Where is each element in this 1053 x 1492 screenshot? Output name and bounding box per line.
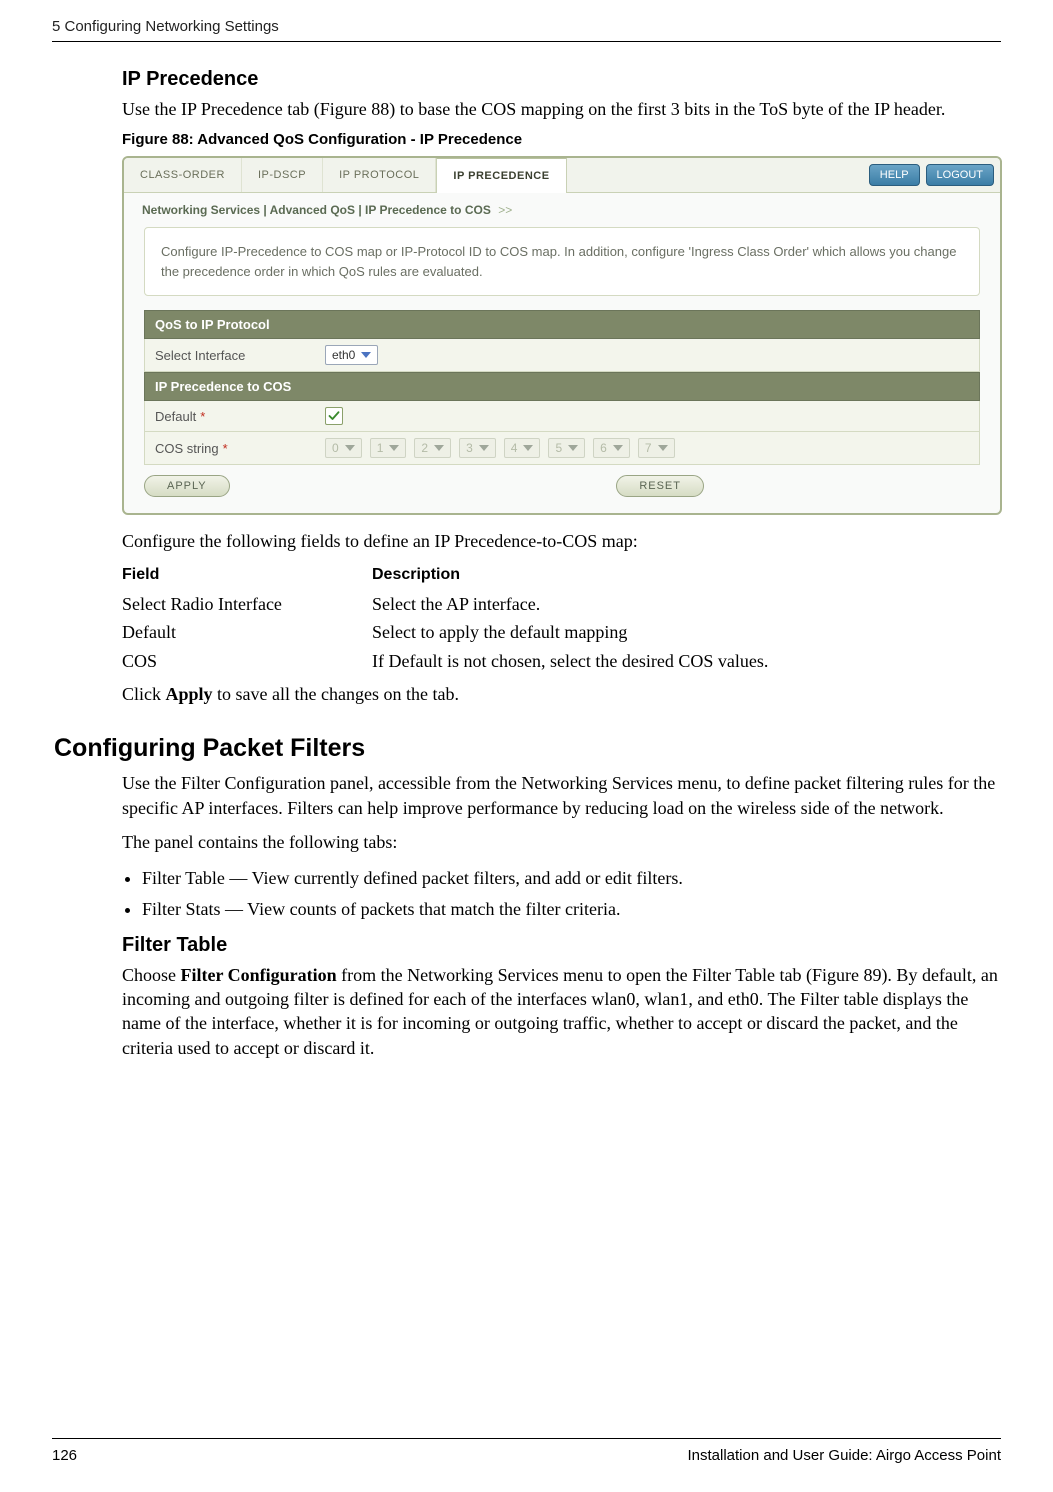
chevron-down-icon bbox=[479, 445, 489, 451]
running-head-text: 5 Configuring Networking Settings bbox=[52, 18, 279, 35]
help-button[interactable]: HELP bbox=[869, 164, 920, 186]
chevron-down-icon bbox=[345, 445, 355, 451]
section-qos-to-ip-protocol: QoS to IP Protocol bbox=[144, 310, 980, 339]
configure-fields-paragraph: Configure the following fields to define… bbox=[122, 529, 1001, 553]
cos-select-5[interactable]: 5 bbox=[548, 438, 585, 458]
section-ip-precedence-to-cos: IP Precedence to COS bbox=[144, 372, 980, 401]
cos-select-2[interactable]: 2 bbox=[414, 438, 451, 458]
default-label: Default* bbox=[155, 409, 325, 424]
chevron-down-icon bbox=[389, 445, 399, 451]
apply-button[interactable]: APPLY bbox=[144, 475, 230, 497]
cos-select-1[interactable]: 1 bbox=[370, 438, 407, 458]
cos-string-label: COS string* bbox=[155, 441, 325, 456]
logout-button[interactable]: LOGOUT bbox=[926, 164, 994, 186]
table-row: COS If Default is not chosen, select the… bbox=[122, 647, 1001, 676]
table-cell-field: COS bbox=[122, 647, 372, 676]
chevron-down-icon bbox=[361, 352, 371, 358]
list-item: Filter Stats — View counts of packets th… bbox=[142, 895, 1001, 924]
table-header-description: Description bbox=[372, 566, 1001, 584]
tab-ip-protocol[interactable]: IP PROTOCOL bbox=[323, 158, 436, 192]
button-bar: APPLY RESET bbox=[144, 475, 704, 497]
page-footer: 126 Installation and User Guide: Airgo A… bbox=[52, 1438, 1001, 1464]
table-cell-desc: If Default is not chosen, select the des… bbox=[372, 647, 1001, 676]
filters-paragraph-2: The panel contains the following tabs: bbox=[122, 830, 1001, 854]
cos-select-7[interactable]: 7 bbox=[638, 438, 675, 458]
configuring-packet-filters-heading: Configuring Packet Filters bbox=[54, 734, 1001, 763]
row-default: Default* bbox=[144, 401, 980, 432]
table-cell-field: Select Radio Interface bbox=[122, 590, 372, 619]
row-select-interface: Select Interface eth0 bbox=[144, 339, 980, 372]
tab-class-order[interactable]: CLASS-ORDER bbox=[124, 158, 242, 192]
table-cell-field: Default bbox=[122, 618, 372, 647]
filters-bullet-list: Filter Table — View currently defined pa… bbox=[122, 864, 1001, 924]
chevron-down-icon bbox=[658, 445, 668, 451]
list-item: Filter Table — View currently defined pa… bbox=[142, 864, 1001, 893]
chevron-down-icon bbox=[523, 445, 533, 451]
table-row: Default Select to apply the default mapp… bbox=[122, 618, 1001, 647]
select-interface-value: eth0 bbox=[332, 348, 355, 362]
table-row: Select Radio Interface Select the AP int… bbox=[122, 590, 1001, 619]
default-checkbox[interactable] bbox=[325, 407, 343, 425]
select-interface-label: Select Interface bbox=[155, 348, 325, 363]
required-star: * bbox=[200, 409, 205, 424]
cos-select-6[interactable]: 6 bbox=[593, 438, 630, 458]
page-number: 126 bbox=[52, 1447, 77, 1464]
chevron-down-icon bbox=[434, 445, 444, 451]
select-interface-dropdown[interactable]: eth0 bbox=[325, 345, 378, 365]
breadcrumb-text: Networking Services | Advanced QoS | IP … bbox=[142, 203, 491, 217]
tab-ip-dscp[interactable]: IP-DSCP bbox=[242, 158, 323, 192]
filters-paragraph-1: Use the Filter Configuration panel, acce… bbox=[122, 771, 1001, 820]
qos-tab-bar: CLASS-ORDER IP-DSCP IP PROTOCOL IP PRECE… bbox=[124, 158, 1000, 193]
click-apply-paragraph: Click Apply to save all the changes on t… bbox=[122, 682, 1001, 706]
cos-select-4[interactable]: 4 bbox=[504, 438, 541, 458]
table-header-field: Field bbox=[122, 566, 372, 584]
reset-button[interactable]: RESET bbox=[616, 475, 704, 497]
field-description-table: Field Description Select Radio Interface… bbox=[122, 566, 1001, 676]
tab-ip-precedence[interactable]: IP PRECEDENCE bbox=[436, 157, 566, 193]
cos-select-3[interactable]: 3 bbox=[459, 438, 496, 458]
filter-table-heading: Filter Table bbox=[122, 934, 1001, 957]
chevron-down-icon bbox=[613, 445, 623, 451]
chevron-down-icon bbox=[568, 445, 578, 451]
table-cell-desc: Select the AP interface. bbox=[372, 590, 1001, 619]
info-box: Configure IP-Precedence to COS map or IP… bbox=[144, 227, 980, 296]
ip-precedence-paragraph: Use the IP Precedence tab (Figure 88) to… bbox=[122, 97, 1001, 121]
figure-88-caption: Figure 88: Advanced QoS Configuration - … bbox=[122, 131, 1001, 148]
breadcrumb: Networking Services | Advanced QoS | IP … bbox=[142, 203, 1000, 217]
cos-dropdown-group: 0 1 2 3 4 5 6 7 bbox=[325, 438, 675, 458]
qos-panel-screenshot: CLASS-ORDER IP-DSCP IP PROTOCOL IP PRECE… bbox=[122, 156, 1002, 515]
row-cos-string: COS string* 0 1 2 3 4 5 6 7 bbox=[144, 432, 980, 465]
check-icon bbox=[328, 410, 340, 422]
breadcrumb-chevron: >> bbox=[498, 203, 512, 217]
cos-select-0[interactable]: 0 bbox=[325, 438, 362, 458]
filter-table-paragraph: Choose Filter Configuration from the Net… bbox=[122, 963, 1001, 1060]
running-head-rule bbox=[52, 41, 1001, 42]
footer-title: Installation and User Guide: Airgo Acces… bbox=[687, 1447, 1001, 1464]
ip-precedence-heading: IP Precedence bbox=[122, 68, 1001, 91]
required-star: * bbox=[223, 441, 228, 456]
table-cell-desc: Select to apply the default mapping bbox=[372, 618, 1001, 647]
